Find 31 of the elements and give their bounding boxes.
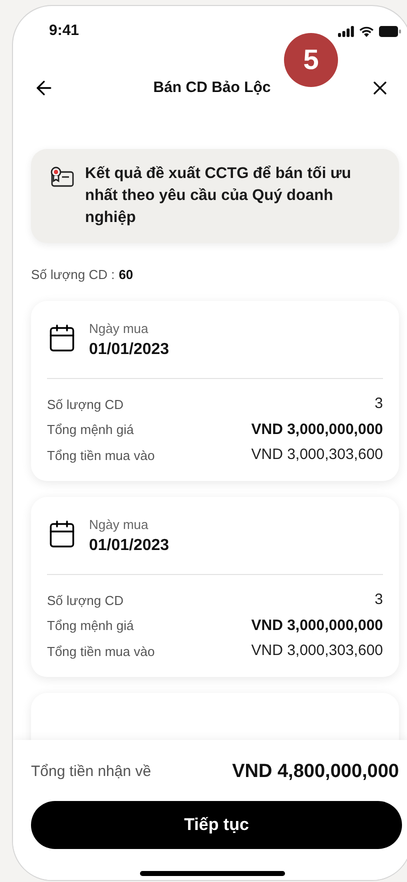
row-label: Tổng tiền mua vào <box>47 642 155 661</box>
purchase-date: 01/01/2023 <box>89 340 170 360</box>
row-label: Số lượng CD <box>47 396 124 414</box>
row-label: Tổng mệnh giá <box>47 617 134 635</box>
row-value: VND 3,000,303,600 <box>251 445 383 465</box>
wifi-icon <box>359 26 374 36</box>
summary-label: Số lượng CD : <box>31 266 115 284</box>
date-label: Ngày mua <box>89 320 150 338</box>
row-value: VND 3,000,000,000 <box>251 616 383 636</box>
calendar-icon <box>47 322 77 352</box>
status-time: 9:41 <box>49 20 80 41</box>
info-text: Kết quả đề xuất CCTG để bán tối ưu nhất theo yêu cầu của Quý doanh nghiệp <box>85 164 352 228</box>
screen-title: Bán CD Bảo Lộc <box>153 78 271 98</box>
row-value: 3 <box>374 394 383 414</box>
purchase-date: 01/01/2023 <box>89 536 170 556</box>
row-value: VND 3,000,303,600 <box>251 641 383 661</box>
row-label: Số lượng CD <box>47 592 124 610</box>
certificate-icon <box>49 165 75 189</box>
date-label: Ngày mua <box>89 516 150 534</box>
total-label: Tổng tiền nhận về <box>31 762 152 782</box>
battery-icon <box>379 26 401 36</box>
row-label: Tổng tiền mua vào <box>47 446 155 465</box>
summary-value: 60 <box>118 266 134 284</box>
calendar-icon <box>47 518 77 548</box>
row-label: Tổng mệnh giá <box>47 421 134 439</box>
signal-icon <box>338 26 354 36</box>
step-badge: 5 <box>284 33 338 87</box>
continue-button[interactable]: Tiếp tục <box>31 800 402 848</box>
row-value: 3 <box>374 590 383 610</box>
total-value: VND 4,800,000,000 <box>232 760 399 784</box>
row-value: VND 3,000,000,000 <box>251 420 383 440</box>
